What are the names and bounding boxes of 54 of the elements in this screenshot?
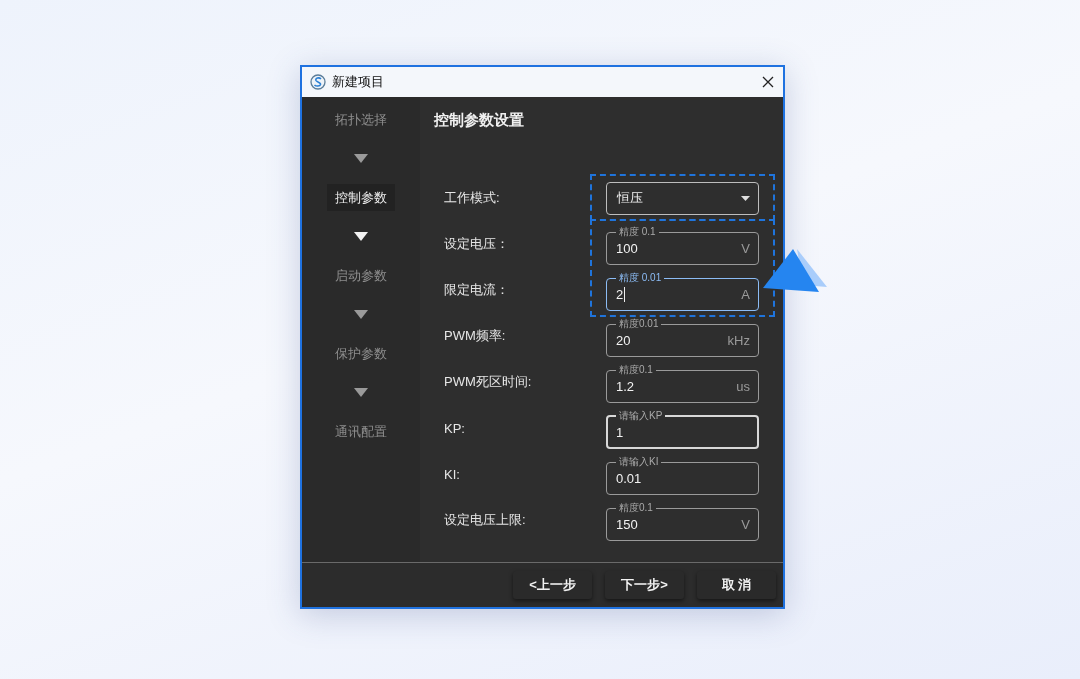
field-label: 设定电压上限: (444, 511, 526, 529)
input-field[interactable]: 精度0.01 20 kHz (606, 319, 759, 357)
window-title: 新建项目 (332, 73, 385, 91)
step-arrow-icon (354, 232, 368, 241)
step-item[interactable]: 控制参数 (327, 184, 395, 211)
field-label: PWM频率: (444, 327, 506, 345)
input-field[interactable]: 精度 0.01 2 A (606, 273, 759, 311)
field-value: 1.2 (616, 378, 635, 394)
field-hint: 精度0.1 (618, 503, 654, 513)
unit-label: us (736, 378, 750, 394)
dropdown[interactable]: 恒压 (606, 181, 759, 215)
field-label: 限定电流： (444, 281, 509, 299)
footer-button[interactable]: 下一步> (605, 571, 684, 599)
field-hint: 精度 0.1 (618, 227, 657, 237)
field-hint: 请输入KI (618, 457, 660, 467)
field-label: 设定电压： (444, 235, 509, 253)
field-hint: 精度 0.01 (618, 273, 663, 283)
input-field[interactable]: 请输入KP 1 (606, 411, 759, 449)
field-hint: 请输入KP (618, 411, 664, 421)
footer-button[interactable]: 取 消 (697, 571, 776, 599)
field-value: 20 (616, 332, 631, 348)
arrow-cursor-icon (763, 247, 827, 293)
field-label: 工作模式: (444, 189, 500, 207)
unit-label: A (741, 286, 750, 302)
field-label: KI: (444, 466, 460, 482)
field-value: 100 (616, 240, 638, 256)
unit-label: V (741, 240, 750, 256)
field-hint: 精度0.1 (618, 365, 654, 375)
input-field[interactable]: 精度0.1 150 V (606, 503, 759, 541)
unit-label: kHz (727, 332, 750, 348)
field-label: PWM死区时间: (444, 373, 532, 391)
field-value: 0.01 (616, 470, 642, 486)
footer-button[interactable]: <上一步 (513, 571, 592, 599)
section-title: 控制参数设置 (434, 111, 525, 129)
step-item[interactable]: 拓扑选择 (327, 106, 395, 133)
unit-label: V (741, 516, 750, 532)
field-hint: 精度0.01 (618, 319, 660, 329)
input-field[interactable]: 精度 0.1 100 V (606, 227, 759, 265)
close-icon[interactable] (762, 76, 774, 88)
field-value: 150 (616, 516, 638, 532)
step-arrow-icon (354, 154, 368, 163)
field-value: 1 (616, 424, 624, 440)
input-field[interactable]: 精度0.1 1.2 us (606, 365, 759, 403)
step-item[interactable]: 通讯配置 (327, 418, 395, 445)
step-item[interactable]: 启动参数 (327, 262, 395, 289)
step-arrow-icon (354, 388, 368, 397)
field-label: KP: (444, 420, 465, 436)
text-cursor (624, 286, 626, 302)
step-item[interactable]: 保护参数 (327, 340, 395, 367)
field-value: 2 (616, 286, 624, 302)
caret-icon (741, 195, 750, 201)
step-arrow-icon (354, 310, 368, 319)
logo-icon (310, 74, 326, 90)
input-field[interactable]: 请输入KI 0.01 (606, 457, 759, 495)
